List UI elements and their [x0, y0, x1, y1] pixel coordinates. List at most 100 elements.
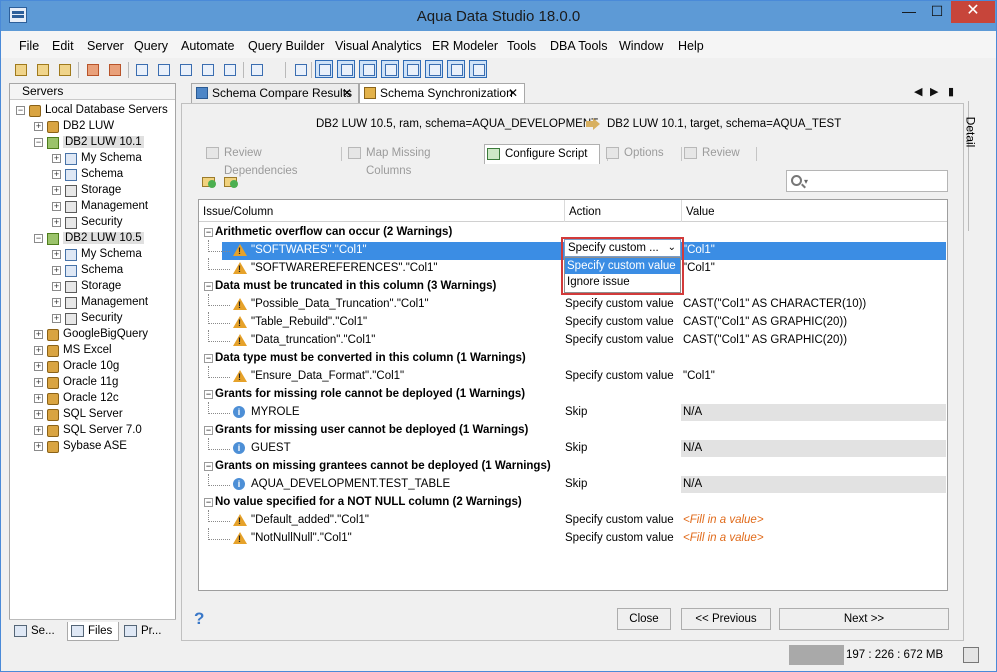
tab-schema-compare-results[interactable]: Schema Compare Results ✕: [191, 83, 359, 103]
chevron-down-icon[interactable]: ⌄: [668, 240, 676, 256]
tree-node[interactable]: Management: [81, 200, 148, 212]
menu-file[interactable]: File: [19, 39, 39, 53]
previous-button[interactable]: << Previous: [681, 608, 771, 630]
detail-side-tab[interactable]: Detail: [963, 101, 990, 231]
tree-expander-icon[interactable]: +: [34, 346, 43, 355]
tree-node[interactable]: SQL Server: [63, 408, 123, 420]
new-file-icon[interactable]: [247, 60, 265, 78]
collapse-all-icon[interactable]: [223, 174, 239, 190]
column-divider[interactable]: [564, 200, 565, 222]
register-server-icon[interactable]: [11, 60, 29, 78]
tree-expander-icon[interactable]: −: [34, 234, 43, 243]
tree-node[interactable]: Storage: [81, 184, 121, 196]
value-cell[interactable]: CAST("Col1" AS GRAPHIC(20)): [683, 316, 847, 328]
tree-expander-icon[interactable]: +: [34, 410, 43, 419]
table-row[interactable]: i AQUA_DEVELOPMENT.TEST_TABLE Skip N/A: [199, 474, 947, 494]
close-window-button[interactable]: ✕: [951, 1, 995, 23]
tab-projects[interactable]: Pr...: [121, 622, 173, 641]
menu-tools[interactable]: Tools: [507, 39, 536, 53]
close-tab-icon[interactable]: ✕: [342, 84, 352, 102]
tree-node[interactable]: My Schema: [81, 248, 142, 260]
tree-node[interactable]: Management: [81, 296, 148, 308]
garbage-collect-icon[interactable]: [963, 647, 979, 663]
tab-schema-synchronization[interactable]: Schema Synchronization ✕: [359, 83, 525, 103]
tree-node[interactable]: MS Excel: [63, 344, 112, 356]
minimize-button[interactable]: —: [895, 1, 923, 23]
tree-expander-icon[interactable]: −: [34, 138, 43, 147]
layout-6-icon[interactable]: [425, 60, 443, 78]
tree-node[interactable]: SQL Server 7.0: [63, 424, 142, 436]
action-cell[interactable]: Skip: [565, 442, 587, 454]
value-cell[interactable]: N/A: [683, 478, 702, 490]
collapse-group-icon[interactable]: −: [204, 390, 213, 399]
tab-scroll-right-icon[interactable]: ▶: [930, 85, 938, 98]
value-cell[interactable]: <Fill in a value>: [683, 514, 764, 526]
tab-files[interactable]: Files: [67, 622, 119, 641]
table-data-icon[interactable]: [198, 60, 216, 78]
issue-group-row[interactable]: − Grants on missing grantees cannot be de…: [199, 458, 947, 476]
tree-expander-icon[interactable]: +: [34, 362, 43, 371]
close-button[interactable]: Close: [617, 608, 671, 630]
action-cell[interactable]: Specify custom value: [565, 298, 674, 310]
tab-scroll-left-icon[interactable]: ◀: [914, 85, 922, 98]
menu-dba-tools[interactable]: DBA Tools: [550, 39, 607, 53]
table-row[interactable]: "Data_truncation"."Col1" Specify custom v…: [199, 330, 947, 350]
tab-servers[interactable]: Se...: [11, 622, 65, 641]
tree-expander-icon[interactable]: +: [52, 154, 61, 163]
tab-configure-script[interactable]: Configure Script: [484, 144, 600, 164]
action-cell[interactable]: Specify custom value: [565, 514, 674, 526]
column-divider[interactable]: [681, 200, 682, 222]
value-cell[interactable]: N/A: [683, 406, 702, 418]
menu-visual-analytics[interactable]: Visual Analytics: [335, 39, 422, 53]
tree-node[interactable]: My Schema: [81, 152, 142, 164]
query-builder-icon[interactable]: [154, 60, 172, 78]
menu-er-modeler[interactable]: ER Modeler: [432, 39, 498, 53]
tab-review[interactable]: Review: [682, 144, 752, 164]
layout-8-icon[interactable]: [469, 60, 487, 78]
disconnect-icon[interactable]: [83, 60, 101, 78]
issue-group-row[interactable]: − Grants for missing user cannot be deplo…: [199, 422, 947, 440]
edit-server-icon[interactable]: [33, 60, 51, 78]
menu-automate[interactable]: Automate: [181, 39, 235, 53]
value-cell[interactable]: CAST("Col1" AS CHARACTER(10)): [683, 298, 866, 310]
table-row[interactable]: i GUEST Skip N/A: [199, 438, 947, 458]
search-dropdown-icon[interactable]: ▾: [804, 177, 808, 186]
tree-expander-icon[interactable]: +: [52, 250, 61, 259]
tab-review-dependencies[interactable]: Review Dependencies: [204, 144, 332, 177]
help-icon[interactable]: ?: [194, 609, 204, 629]
tree-node[interactable]: DB2 LUW 10.1: [63, 136, 144, 148]
menu-help[interactable]: Help: [678, 39, 704, 53]
issue-group-row[interactable]: − Grants for missing role cannot be deplo…: [199, 386, 947, 404]
visual-explain-icon[interactable]: [176, 60, 194, 78]
column-header-action[interactable]: Action: [569, 206, 601, 218]
tree-node[interactable]: GoogleBigQuery: [63, 328, 148, 340]
tree-node[interactable]: Oracle 11g: [63, 376, 118, 388]
tree-expander-icon[interactable]: +: [52, 298, 61, 307]
tree-node[interactable]: DB2 LUW 10.5: [63, 232, 144, 244]
tab-map-missing-columns[interactable]: Map Missing Columns: [346, 144, 476, 177]
action-combo[interactable]: Specify custom ... ⌄: [564, 239, 681, 257]
menu-query-builder[interactable]: Query Builder: [248, 39, 324, 53]
layout-3-icon[interactable]: [359, 60, 377, 78]
tree-node[interactable]: Security: [81, 216, 123, 228]
history-icon[interactable]: [291, 60, 309, 78]
tree-expander-icon[interactable]: +: [52, 202, 61, 211]
tree-node[interactable]: DB2 LUW: [63, 120, 114, 132]
value-cell[interactable]: N/A: [683, 442, 702, 454]
action-cell[interactable]: Skip: [565, 478, 587, 490]
tree-expander-icon[interactable]: +: [34, 426, 43, 435]
tree-expander-icon[interactable]: +: [52, 186, 61, 195]
issue-group-row[interactable]: − Data type must be converted in this col…: [199, 350, 947, 368]
layout-7-icon[interactable]: [447, 60, 465, 78]
option-ignore-issue[interactable]: Ignore issue: [565, 274, 680, 290]
menu-window[interactable]: Window: [619, 39, 663, 53]
table-row[interactable]: i MYROLE Skip N/A: [199, 402, 947, 422]
next-button[interactable]: Next >>: [779, 608, 949, 630]
collapse-group-icon[interactable]: −: [204, 426, 213, 435]
collapse-group-icon[interactable]: −: [204, 462, 213, 471]
tree-node[interactable]: Storage: [81, 280, 121, 292]
option-specify-custom-value[interactable]: Specify custom value: [565, 258, 680, 274]
collapse-group-icon[interactable]: −: [204, 354, 213, 363]
value-cell[interactable]: CAST("Col1" AS GRAPHIC(20)): [683, 334, 847, 346]
table-row[interactable]: "NotNullNull"."Col1" Specify custom value…: [199, 528, 947, 548]
